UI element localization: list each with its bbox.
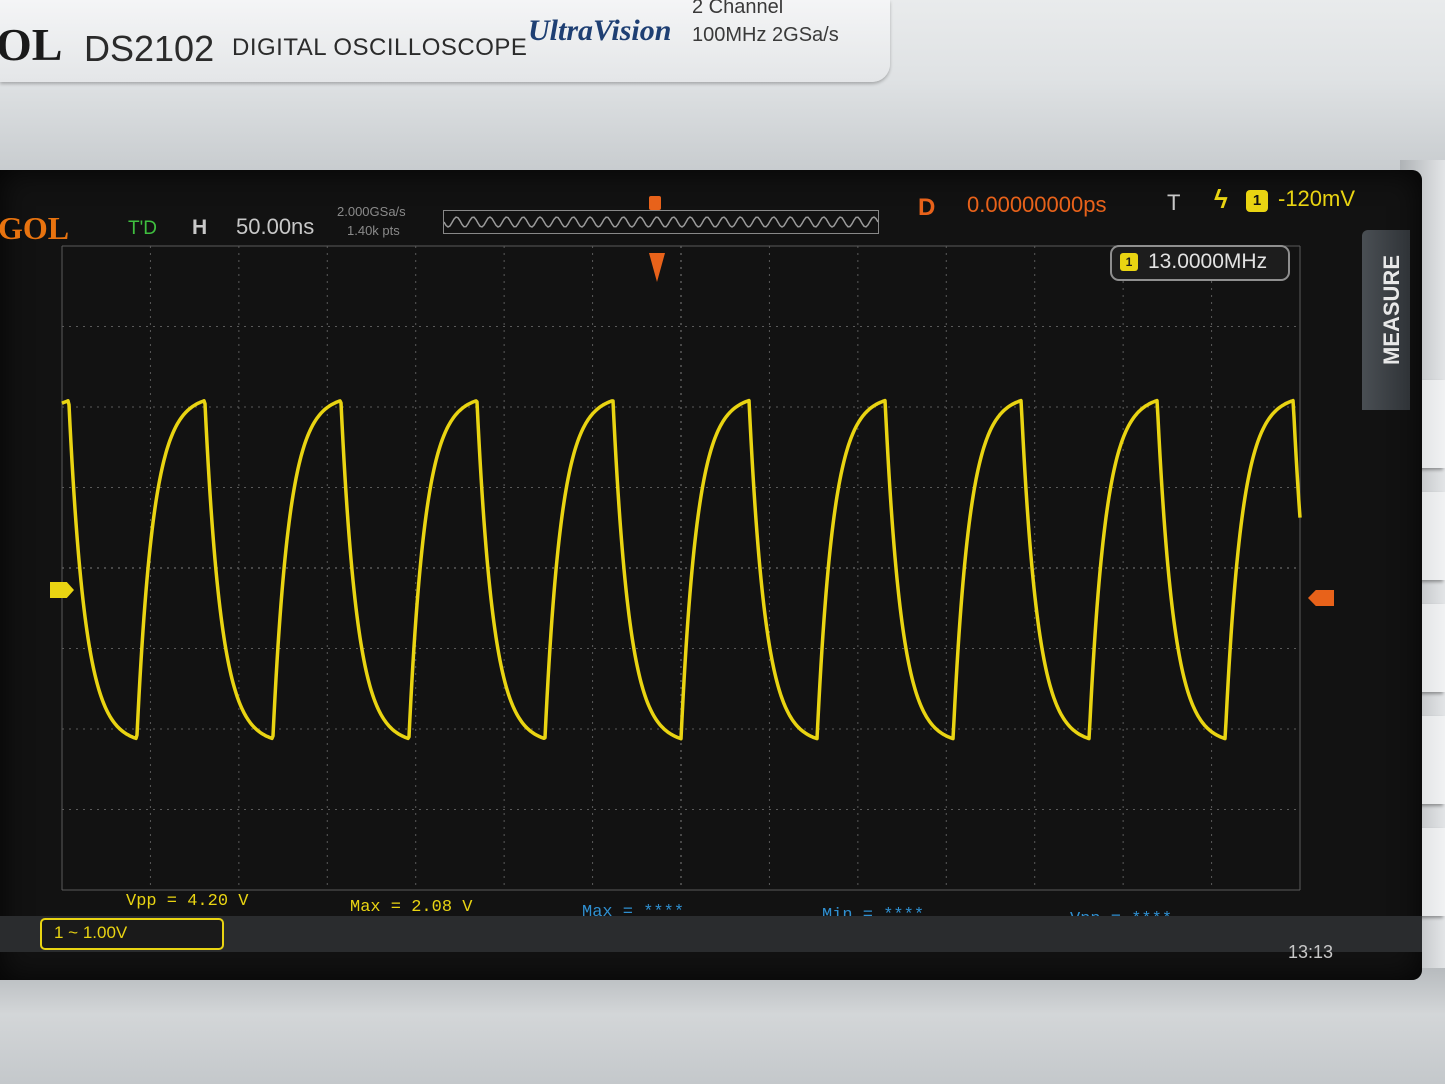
- oscilloscope-screen: GOL T'D H 50.00ns 2.000GSa/s 1.40k pts D…: [0, 170, 1422, 980]
- brand-logo: OL: [0, 19, 63, 70]
- clock: 13:13: [1288, 942, 1334, 962]
- measure-menu-label: MEASURE: [1379, 255, 1404, 366]
- ch1-status-box[interactable]: 1 ~ 1.00V: [40, 918, 224, 950]
- frequency-source-badge: 1: [1120, 253, 1138, 271]
- spec-bandwidth: 100MHz 2GSa/s: [692, 24, 839, 46]
- ch1-scale: 1 ~ 1.00V: [54, 923, 128, 942]
- series-logo: UltraVision: [528, 14, 672, 47]
- frequency-counter[interactable]: 1 13.0000MHz: [1110, 245, 1290, 281]
- model-name: DS2102: [84, 28, 215, 69]
- measurement-ch1-vpp: Vpp = 4.20 V: [126, 892, 249, 911]
- waveform-grid: [61, 245, 1302, 891]
- trigger-time-marker: [649, 253, 665, 282]
- frequency-value: 13.0000MHz: [1148, 250, 1268, 273]
- measure-menu-tab[interactable]: MEASURE: [1362, 230, 1410, 410]
- bezel-bottom: [0, 968, 1445, 1084]
- front-label-plate: OL DS2102 DIGITAL OSCILLOSCOPE UltraVisi…: [0, 0, 890, 82]
- spec-channels: 2 Channel: [692, 0, 784, 18]
- model-description: DIGITAL OSCILLOSCOPE: [232, 34, 528, 61]
- measurement-ch1-max: Max = 2.08 V: [350, 898, 473, 917]
